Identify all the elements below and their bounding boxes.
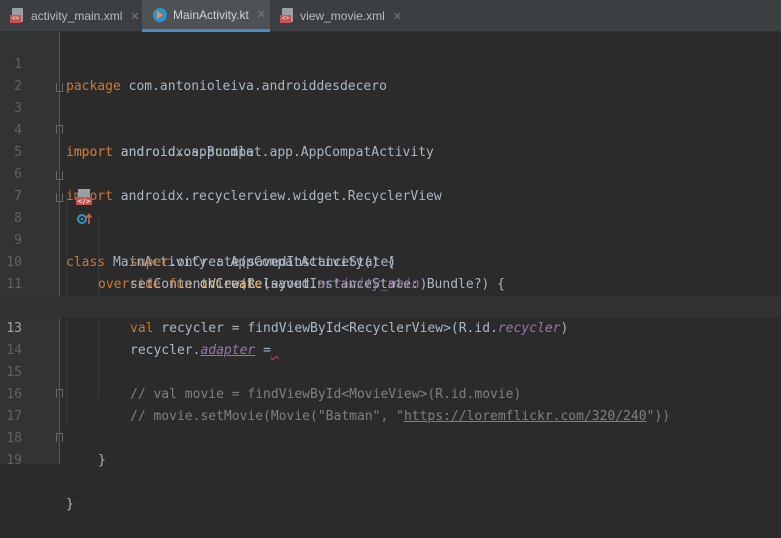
code-line[interactable]: 11: [0, 252, 781, 292]
tab-mainactivity-kt[interactable]: MainActivity.kt ✕: [142, 0, 270, 32]
close-icon[interactable]: ✕: [130, 10, 139, 23]
code-editor[interactable]: 1 package com.antonioleiva.androiddesdec…: [0, 32, 781, 512]
override-method-icon[interactable]: [30, 190, 93, 224]
code-text: }: [66, 497, 74, 512]
fold-collapse-icon[interactable]: [56, 83, 63, 92]
tab-view-movie-xml[interactable]: <> view_movie.xml ✕: [270, 0, 402, 32]
code-line[interactable]: 1 package com.antonioleiva.androiddesdec…: [0, 32, 781, 94]
close-icon[interactable]: ✕: [257, 8, 266, 21]
fold-expand-icon[interactable]: [56, 125, 63, 134]
code-line-current[interactable]: 13 recycler.adapter =: [0, 296, 781, 358]
code-line[interactable]: 10 setContentView(R.layout.activity_main…: [0, 230, 781, 292]
kotlin-file-icon: [152, 7, 168, 23]
code-line[interactable]: 12 val recycler = findViewById<RecyclerV…: [0, 274, 781, 336]
code-line[interactable]: 6: [0, 142, 781, 182]
xml-file-icon: <>: [10, 8, 26, 24]
code-text: }: [98, 453, 106, 468]
tab-label: MainActivity.kt: [173, 7, 249, 22]
tab-label: activity_main.xml: [31, 9, 123, 23]
code-line[interactable]: 5 import androidx.recyclerview.widget.Re…: [0, 120, 781, 204]
code-line[interactable]: 3 import androidx.appcompat.app.AppCompa…: [0, 76, 781, 160]
code-line[interactable]: 17 }: [0, 384, 781, 468]
close-icon[interactable]: ✕: [393, 10, 402, 23]
fold-collapse-icon[interactable]: [56, 193, 63, 202]
fold-collapse-icon[interactable]: [56, 171, 63, 180]
code-line[interactable]: 7 </> class MainActivity : AppCompatActi…: [0, 164, 781, 270]
code-line[interactable]: 14: [0, 318, 781, 358]
editor-tab-bar: <> activity_main.xml ✕ MainActivity.kt ✕…: [0, 0, 781, 32]
code-line[interactable]: 8 override fun onCreate(savedInstanceSta…: [0, 186, 781, 292]
tab-activity-main-xml[interactable]: <> activity_main.xml ✕: [0, 0, 142, 32]
fold-expand-icon[interactable]: [56, 433, 63, 442]
code-line[interactable]: 18: [0, 406, 781, 446]
layout-xml-gutter-icon[interactable]: </>: [29, 167, 92, 206]
code-line[interactable]: 15 // val movie = findViewById<MovieView…: [0, 340, 781, 402]
fold-expand-icon[interactable]: [56, 389, 63, 398]
code-line[interactable]: 4 import android.os.Bundle: [0, 98, 781, 160]
line-number: 19: [6, 453, 22, 468]
code-line[interactable]: 19 }: [0, 428, 781, 512]
xml-file-icon: <>: [280, 8, 295, 24]
code-line[interactable]: 16 // movie.setMovie(Movie("Batman", "ht…: [0, 362, 781, 424]
code-line[interactable]: 9 super.onCreate(savedInstanceState): [0, 208, 781, 270]
code-line[interactable]: 2: [0, 54, 781, 94]
tab-label: view_movie.xml: [300, 9, 385, 23]
